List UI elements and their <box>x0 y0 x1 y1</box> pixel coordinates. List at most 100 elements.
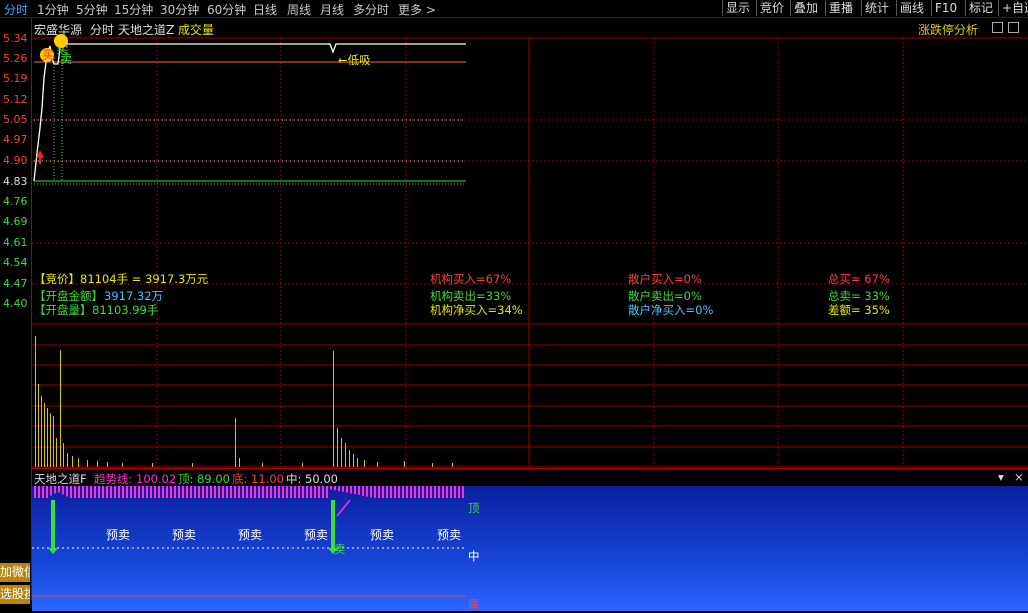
period-tab-1min[interactable]: 1分钟 <box>37 1 69 18</box>
limit-analysis-button[interactable]: 涨跌停分析 <box>918 21 978 38</box>
trend-bar <box>442 486 444 498</box>
trend-bar <box>446 486 448 498</box>
indicator-area: 预卖 预卖 预卖 预卖 预卖 预卖 卖 顶 中 底 <box>32 486 1028 611</box>
bottom-label: 底 <box>468 597 480 611</box>
trend-bar <box>398 486 400 498</box>
retail-buy: 散户买入=0% <box>628 272 702 286</box>
trend-bar <box>146 486 148 498</box>
bid-info: 【竞价】81104手 = 3917.3万元 <box>34 272 209 286</box>
stock-search-button[interactable]: 选股搜 <box>0 585 30 604</box>
stats-button[interactable]: 统计 <box>861 0 892 16</box>
trend-bar <box>214 486 216 498</box>
sell-marker: 卖 <box>334 542 346 556</box>
f10-button[interactable]: F10 <box>931 0 960 16</box>
trend-bar <box>258 486 260 498</box>
trend-bar <box>74 486 76 498</box>
trend-bar <box>94 486 96 498</box>
dropdown-icon[interactable]: ▾ <box>998 470 1004 484</box>
volume-label: 成交量 <box>178 23 215 37</box>
trend-bar <box>202 486 204 498</box>
draw-button[interactable]: 画线 <box>896 0 927 16</box>
trend-bar <box>138 486 140 498</box>
indicator-header: 天地之道F 趋势线: 100.02 顶: 89.00 底: 11.00 中: 5… <box>32 468 1028 487</box>
buy-marker: 买 <box>42 48 55 62</box>
pre-sell-label: 预卖 <box>304 528 329 542</box>
trend-bar <box>274 486 276 498</box>
period-tab-30min[interactable]: 30分钟 <box>160 1 199 18</box>
trend-bar <box>250 486 252 498</box>
trend-bar <box>66 486 68 497</box>
trend-bar <box>50 486 52 496</box>
period-tab-15min[interactable]: 15分钟 <box>114 1 153 18</box>
trend-bar <box>34 486 36 498</box>
y-tick-prev-close: 4.83 <box>3 175 28 188</box>
y-tick: 5.26 <box>3 52 28 65</box>
trend-bar <box>110 486 112 498</box>
trend-bar <box>382 486 384 498</box>
period-tab-more[interactable]: 更多 > <box>398 1 436 18</box>
period-tab-daily[interactable]: 日线 <box>253 1 277 18</box>
display-button[interactable]: 显示 <box>722 0 753 16</box>
open-volume-value: 81103.99手 <box>92 303 159 317</box>
trend-bar <box>454 486 456 498</box>
trend-bar <box>282 486 284 498</box>
replay-button[interactable]: 重播 <box>825 0 856 16</box>
trend-bar <box>90 486 92 498</box>
window-icon[interactable] <box>1008 22 1019 33</box>
trend-bar <box>266 486 268 498</box>
mark-button[interactable]: 标记 <box>965 0 996 16</box>
y-tick: 4.97 <box>3 133 28 146</box>
trend-bar <box>238 486 240 498</box>
period-tab-60min[interactable]: 60分钟 <box>207 1 246 18</box>
indicator-panel: 天地之道F 趋势线: 100.02 顶: 89.00 底: 11.00 中: 5… <box>32 468 1028 613</box>
y-tick: 5.34 <box>3 32 28 45</box>
trend-bar <box>122 486 124 498</box>
trend-bar <box>38 486 40 498</box>
period-tab-fenshi[interactable]: 分时 <box>4 1 28 18</box>
trend-bar <box>206 486 208 498</box>
diff: 差额= 35% <box>828 303 890 317</box>
overlay-button[interactable]: 叠加 <box>790 0 821 16</box>
trend-bar <box>54 486 56 494</box>
sell-marker: 卖 <box>60 52 73 66</box>
trend-bar <box>378 486 380 498</box>
add-watchlist-button[interactable]: +自选 <box>998 0 1028 16</box>
period-tab-weekly[interactable]: 周线 <box>287 1 311 18</box>
trend-bar <box>126 486 128 498</box>
trend-bar <box>350 486 352 494</box>
trend-bar <box>62 486 64 495</box>
trend-bar <box>254 486 256 498</box>
period-tab-5min[interactable]: 5分钟 <box>76 1 108 18</box>
trend-bar <box>326 486 328 498</box>
trend-bar <box>278 486 280 498</box>
retail-net: 散户净买入=0% <box>628 303 714 317</box>
y-tick: 5.05 <box>3 113 28 126</box>
indicator-name: 天地之道Z <box>118 23 175 37</box>
trend-bar <box>462 486 464 498</box>
trend-bar <box>98 486 100 498</box>
low-absorb-label: ←低吸 <box>338 53 371 67</box>
trend-bar <box>182 486 184 498</box>
close-icon[interactable]: × <box>1014 470 1024 484</box>
trend-bar <box>194 486 196 498</box>
trend-bar <box>130 486 132 498</box>
trend-bar <box>190 486 192 498</box>
pre-sell-label: 预卖 <box>172 528 197 542</box>
trend-bar <box>142 486 144 498</box>
pre-sell-label: 预卖 <box>106 528 131 542</box>
trend-bar <box>154 486 156 498</box>
period-tab-monthly[interactable]: 月线 <box>320 1 344 18</box>
trend-bar <box>226 486 228 498</box>
y-tick: 4.90 <box>3 154 28 167</box>
trend-bar <box>434 486 436 498</box>
trend-bar <box>386 486 388 498</box>
bidding-button[interactable]: 竞价 <box>756 0 787 16</box>
add-wechat-button[interactable]: 加微信 <box>0 563 30 582</box>
trend-bar <box>394 486 396 498</box>
trend-bar <box>46 486 48 498</box>
trend-bar <box>106 486 108 498</box>
trend-bar <box>402 486 404 498</box>
gear-icon[interactable] <box>992 22 1003 33</box>
bottom-value: 底: 11.00 <box>232 472 284 486</box>
period-tab-multi[interactable]: 多分时 <box>353 1 389 18</box>
